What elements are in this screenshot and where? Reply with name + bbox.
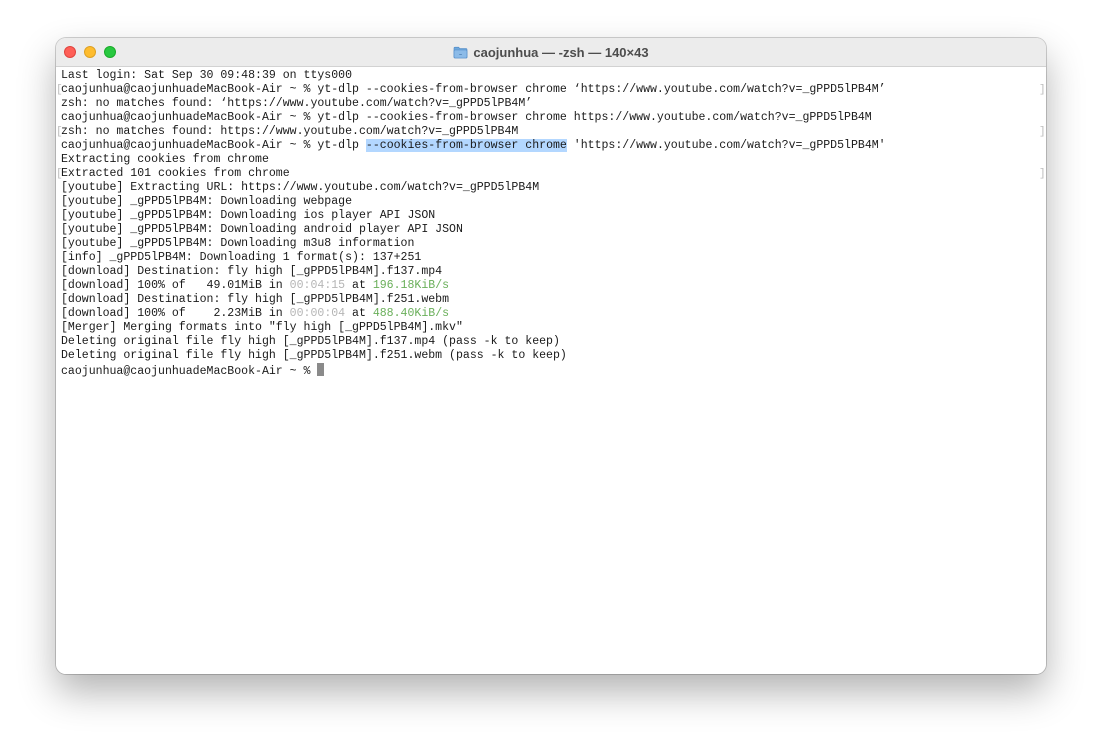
output-text: Extracted 101 cookies from chrome xyxy=(61,167,290,180)
terminal-line: [Merger] Merging formats into "fly high … xyxy=(61,321,886,335)
terminal-line: [download] 100% of 49.01MiB in 00:04:15 … xyxy=(61,279,886,293)
terminal-content[interactable]: [ ] [ ] [ ] Last login: Sat Sep 30 09:48… xyxy=(56,67,1046,674)
text-cursor[interactable] xyxy=(317,363,325,376)
desktop: ~ caojunhua — -zsh — 140×43 [ ] [ ] [ ] … xyxy=(0,0,1102,749)
terminal-line: caojunhua@caojunhuadeMacBook-Air ~ % yt-… xyxy=(61,111,886,125)
terminal-line: Extracting cookies from chrome xyxy=(61,153,886,167)
download-elapsed: 00:00:04 xyxy=(289,307,346,320)
terminal-line: [youtube] _gPPD5lPB4M: Downloading webpa… xyxy=(61,195,886,209)
terminal-line: zsh: no matches found: ‘https://www.yout… xyxy=(61,97,886,111)
command-text: yt-dlp --cookies-from-browser chrome htt… xyxy=(317,111,872,124)
window-title: caojunhua — -zsh — 140×43 xyxy=(473,44,649,60)
terminal-window: ~ caojunhua — -zsh — 140×43 [ ] [ ] [ ] … xyxy=(56,38,1046,674)
command-text: yt-dlp xyxy=(317,139,366,152)
terminal-line: Last login: Sat Sep 30 09:48:39 on ttys0… xyxy=(61,69,886,83)
terminal-line: [download] Destination: fly high [_gPPD5… xyxy=(61,293,886,307)
line-marker-right: ] xyxy=(1039,126,1046,138)
terminal-line: Deleting original file fly high [_gPPD5l… xyxy=(61,349,886,363)
terminal-line: [youtube] _gPPD5lPB4M: Downloading m3u8 … xyxy=(61,237,886,251)
output-text: Deleting original file fly high [_gPPD5l… xyxy=(61,335,560,348)
terminal-line: [info] _gPPD5lPB4M: Downloading 1 format… xyxy=(61,251,886,265)
line-marker-right: ] xyxy=(1039,84,1046,96)
error-text: zsh: no matches found: ‘https://www.yout… xyxy=(61,97,533,110)
title-bar[interactable]: ~ caojunhua — -zsh — 140×43 xyxy=(56,38,1046,67)
terminal-line: [youtube] Extracting URL: https://www.yo… xyxy=(61,181,886,195)
shell-prompt: caojunhua@caojunhuadeMacBook-Air ~ % xyxy=(61,111,318,124)
terminal-line: caojunhua@caojunhuadeMacBook-Air ~ % yt-… xyxy=(61,83,886,97)
terminal-line: caojunhua@caojunhuadeMacBook-Air ~ % yt-… xyxy=(61,139,886,153)
window-title-area: ~ caojunhua — -zsh — 140×43 xyxy=(56,38,1046,66)
command-text: 'https://www.youtube.com/watch?v=_gPPD5l… xyxy=(566,139,886,152)
terminal-line: caojunhua@caojunhuadeMacBook-Air ~ % xyxy=(61,363,886,378)
command-text: yt-dlp --cookies-from-browser chrome ‘ht… xyxy=(317,83,886,96)
login-message: Last login: Sat Sep 30 09:48:39 on ttys0… xyxy=(61,69,353,82)
terminal-line: zsh: no matches found: https://www.youtu… xyxy=(61,125,886,139)
output-text: [youtube] _gPPD5lPB4M: Downloading m3u8 … xyxy=(61,237,415,250)
folder-icon: ~ xyxy=(453,45,468,60)
terminal-line: [youtube] _gPPD5lPB4M: Downloading andro… xyxy=(61,223,886,237)
output-text: [youtube] Extracting URL: https://www.yo… xyxy=(61,181,540,194)
download-progress: [download] 100% of 49.01MiB in xyxy=(61,279,290,292)
terminal-line: [download] 100% of 2.23MiB in 00:00:04 a… xyxy=(61,307,886,321)
terminal-line: [download] Destination: fly high [_gPPD5… xyxy=(61,265,886,279)
selected-text[interactable]: --cookies-from-browser chrome xyxy=(365,139,567,152)
terminal-line: Extracted 101 cookies from chrome xyxy=(61,167,886,181)
download-progress: [download] 100% of 2.23MiB in xyxy=(61,307,290,320)
terminal-line: Deleting original file fly high [_gPPD5l… xyxy=(61,335,886,349)
output-text: [info] _gPPD5lPB4M: Downloading 1 format… xyxy=(61,251,422,264)
shell-prompt: caojunhua@caojunhuadeMacBook-Air ~ % xyxy=(61,83,318,96)
shell-prompt: caojunhua@caojunhuadeMacBook-Air ~ % xyxy=(61,365,318,378)
svg-text:~: ~ xyxy=(459,52,462,58)
output-text: Extracting cookies from chrome xyxy=(61,153,269,166)
error-text: zsh: no matches found: https://www.youtu… xyxy=(61,125,519,138)
download-elapsed: 00:04:15 xyxy=(289,279,346,292)
output-text: [download] Destination: fly high [_gPPD5… xyxy=(61,293,450,306)
download-at: at xyxy=(345,307,373,320)
download-rate: 488.40KiB/s xyxy=(372,307,450,320)
output-text: [youtube] _gPPD5lPB4M: Downloading ios p… xyxy=(61,209,436,222)
line-marker-right: ] xyxy=(1039,168,1046,180)
download-at: at xyxy=(345,279,373,292)
shell-prompt: caojunhua@caojunhuadeMacBook-Air ~ % xyxy=(61,139,318,152)
output-text: [download] Destination: fly high [_gPPD5… xyxy=(61,265,443,278)
output-text: [Merger] Merging formats into "fly high … xyxy=(61,321,463,334)
output-text: [youtube] _gPPD5lPB4M: Downloading webpa… xyxy=(61,195,353,208)
terminal-output: Last login: Sat Sep 30 09:48:39 on ttys0… xyxy=(61,69,886,378)
download-rate: 196.18KiB/s xyxy=(372,279,450,292)
output-text: Deleting original file fly high [_gPPD5l… xyxy=(61,349,567,362)
output-text: [youtube] _gPPD5lPB4M: Downloading andro… xyxy=(61,223,463,236)
terminal-line: [youtube] _gPPD5lPB4M: Downloading ios p… xyxy=(61,209,886,223)
